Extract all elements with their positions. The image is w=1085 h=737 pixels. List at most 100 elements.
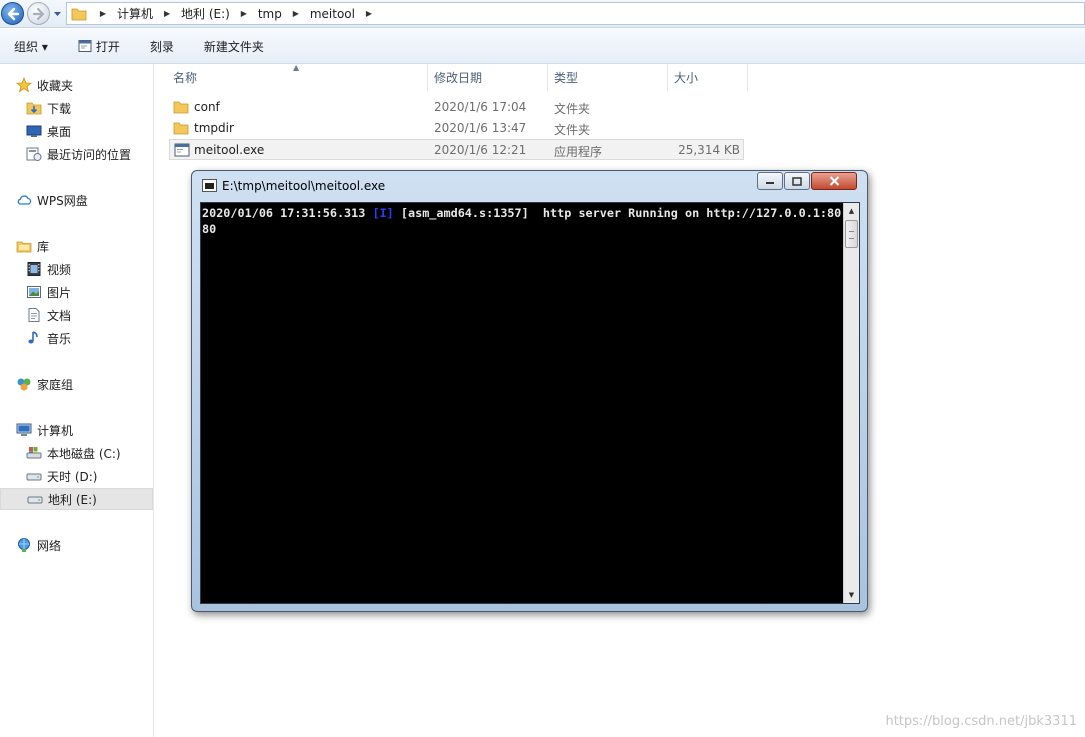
- column-header-label: 修改日期: [434, 71, 483, 85]
- log-timestamp: 2020/01/06 17:31:56.313: [202, 206, 373, 220]
- column-header-name[interactable]: ▲ 名称: [155, 63, 428, 91]
- maximize-button[interactable]: [784, 172, 810, 190]
- sidebar-item-desktop[interactable]: 桌面: [0, 120, 153, 142]
- navigation-pane: 收藏夹 下载 桌面 最近访问的位置 WPS网盘 库 视频 图片 文档 音乐 家庭…: [0, 64, 154, 737]
- scroll-down-icon[interactable]: ▼: [844, 587, 859, 603]
- sidebar-item-drive-d[interactable]: 天时 (D:): [0, 465, 153, 487]
- command-bar: 组织 ▾ 打开 刻录 新建文件夹: [0, 29, 1085, 64]
- breadcrumb-separator-icon[interactable]: ▶: [93, 9, 113, 18]
- library-icon: [16, 241, 32, 253]
- sidebar-item-label: 文档: [47, 308, 72, 323]
- console-scrollbar[interactable]: ▲ ▼: [843, 203, 859, 603]
- column-header-type[interactable]: 类型: [548, 64, 668, 91]
- picture-icon: [27, 286, 41, 298]
- file-row[interactable]: meitool.exe 2020/1/6 12:21 应用程序 25,314 K…: [169, 139, 744, 160]
- recent-pages-chevron-icon[interactable]: [53, 9, 62, 18]
- video-icon: [27, 262, 41, 276]
- column-header-size[interactable]: 大小: [668, 64, 748, 91]
- minimize-button[interactable]: [757, 172, 783, 190]
- minimize-icon: [766, 182, 774, 184]
- column-header-label: 大小: [674, 71, 699, 85]
- file-row[interactable]: tmpdir 2020/1/6 13:47 文件夹: [169, 118, 744, 139]
- file-modified: 2020/1/6 13:47: [434, 121, 527, 135]
- file-type: 文件夹: [554, 102, 591, 116]
- folder-icon: [173, 122, 189, 135]
- sidebar-item-label: 天时 (D:): [47, 469, 98, 484]
- console-output[interactable]: 2020/01/06 17:31:56.313 [I] [asm_amd64.s…: [200, 202, 860, 604]
- sidebar-item-documents[interactable]: 文档: [0, 304, 153, 326]
- system-drive-icon: [26, 447, 42, 459]
- breadcrumb-tmp[interactable]: tmp: [254, 7, 286, 21]
- breadcrumb-separator-icon[interactable]: ▶: [359, 9, 379, 18]
- network-icon: [18, 538, 30, 552]
- column-header-label: 类型: [554, 71, 579, 85]
- sidebar-item-drive-e[interactable]: 地利 (E:): [0, 488, 153, 510]
- hard-drive-icon: [26, 473, 42, 481]
- breadcrumb-computer[interactable]: 计算机: [113, 5, 157, 22]
- file-name: conf: [194, 100, 220, 114]
- scroll-up-icon[interactable]: ▲: [844, 203, 859, 219]
- sidebar-item-label: WPS网盘: [37, 193, 88, 208]
- computer-icon: [16, 423, 32, 436]
- sidebar-item-wps-drive[interactable]: WPS网盘: [0, 189, 153, 211]
- sidebar-item-recent-places[interactable]: 最近访问的位置: [0, 143, 153, 165]
- new-folder-button[interactable]: 新建文件夹: [204, 38, 264, 55]
- application-icon: [78, 40, 92, 52]
- sidebar-item-computer[interactable]: 计算机: [0, 419, 153, 441]
- sidebar-item-label: 家庭组: [37, 377, 74, 392]
- sidebar-item-favorites[interactable]: 收藏夹: [0, 74, 153, 96]
- back-arrow-icon: [7, 7, 20, 21]
- column-header-modified[interactable]: 修改日期: [428, 64, 548, 91]
- homegroup-icon: [17, 378, 31, 391]
- log-level: [I]: [372, 206, 394, 220]
- sidebar-item-libraries[interactable]: 库: [0, 235, 153, 257]
- scrollbar-thumb[interactable]: [845, 220, 858, 248]
- sidebar-item-drive-c[interactable]: 本地磁盘 (C:): [0, 442, 153, 464]
- back-button[interactable]: [1, 2, 24, 25]
- sidebar-item-network[interactable]: 网络: [0, 534, 153, 556]
- column-header-label: 名称: [173, 71, 198, 85]
- sidebar-item-label: 桌面: [47, 124, 72, 139]
- breadcrumb-separator-icon[interactable]: ▶: [157, 9, 177, 18]
- sidebar-item-label: 本地磁盘 (C:): [47, 446, 121, 461]
- sidebar-item-music[interactable]: 音乐: [0, 327, 153, 349]
- open-button[interactable]: 打开: [78, 38, 120, 55]
- burn-button[interactable]: 刻录: [150, 38, 174, 55]
- console-window[interactable]: E:\tmp\meitool\meitool.exe 2020/01/06 17…: [191, 170, 868, 612]
- sidebar-item-label: 库: [37, 239, 50, 254]
- sidebar-item-videos[interactable]: 视频: [0, 258, 153, 280]
- hard-drive-icon: [27, 496, 43, 504]
- sidebar-item-downloads[interactable]: 下载: [0, 97, 153, 119]
- sidebar-item-pictures[interactable]: 图片: [0, 281, 153, 303]
- sidebar-item-label: 最近访问的位置: [47, 147, 132, 162]
- console-log-line: 2020/01/06 17:31:56.313 [I] [asm_amd64.s…: [202, 205, 842, 237]
- breadcrumb-meitool[interactable]: meitool: [306, 7, 359, 21]
- sort-ascending-icon: ▲: [293, 63, 300, 72]
- breadcrumb-separator-icon[interactable]: ▶: [234, 9, 254, 18]
- open-button-label: 打开: [95, 39, 120, 54]
- console-icon: [202, 179, 217, 192]
- close-button[interactable]: [811, 172, 857, 190]
- music-note-icon: [28, 331, 38, 344]
- sidebar-item-homegroup[interactable]: 家庭组: [0, 373, 153, 395]
- forward-button[interactable]: [27, 2, 50, 25]
- sidebar-item-label: 计算机: [37, 423, 74, 438]
- desktop-icon: [26, 125, 42, 137]
- file-type: 文件夹: [554, 123, 591, 137]
- breadcrumb-drive-e[interactable]: 地利 (E:): [177, 5, 234, 22]
- breadcrumb-separator-icon[interactable]: ▶: [286, 9, 306, 18]
- file-type: 应用程序: [554, 145, 603, 159]
- file-row[interactable]: conf 2020/1/6 17:04 文件夹: [169, 97, 744, 118]
- console-title: E:\tmp\meitool\meitool.exe: [222, 179, 386, 193]
- watermark: https://blog.csdn.net/jbk3311: [885, 714, 1077, 729]
- sidebar-item-label: 音乐: [47, 331, 72, 346]
- organize-button[interactable]: 组织 ▾: [14, 38, 48, 55]
- breadcrumb[interactable]: ▶ 计算机 ▶ 地利 (E:) ▶ tmp ▶ meitool ▶: [66, 2, 1085, 25]
- file-modified: 2020/1/6 12:21: [434, 143, 527, 157]
- sidebar-item-label: 地利 (E:): [48, 492, 97, 507]
- address-bar: ▶ 计算机 ▶ 地利 (E:) ▶ tmp ▶ meitool ▶: [0, 0, 1085, 28]
- sidebar-item-label: 网络: [37, 538, 62, 553]
- file-name: meitool.exe: [194, 143, 265, 157]
- document-icon: [28, 308, 40, 322]
- star-icon: [16, 77, 32, 93]
